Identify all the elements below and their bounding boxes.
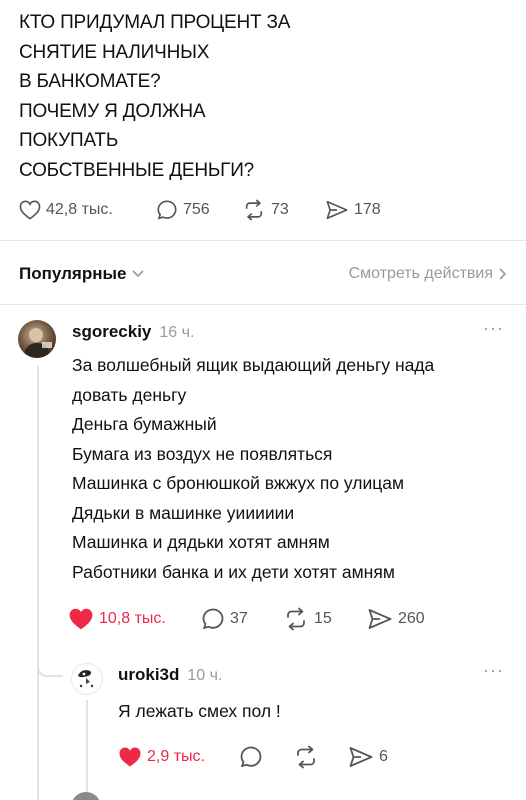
comment-line: довать деньгу: [72, 384, 187, 405]
avatar[interactable]: [71, 792, 101, 800]
share-button[interactable]: 178: [325, 199, 381, 221]
thread-connector: [37, 663, 63, 677]
post-text-line: СНЯТИЕ НАЛИЧНЫХ: [19, 41, 210, 63]
repost-button[interactable]: [293, 745, 348, 769]
like-count: 2,9 тыс.: [147, 748, 205, 765]
post-actions: 42,8 тыс. 756 73 178: [19, 194, 381, 226]
avatar-image: [24, 328, 52, 358]
avatar[interactable]: [18, 320, 56, 358]
repost-count: 73: [271, 201, 289, 218]
avatar[interactable]: [71, 663, 103, 695]
comment-actions: 2,9 тыс. 6: [118, 742, 388, 772]
comment-header: uroki3d 10 ч.: [118, 665, 222, 685]
timestamp: 16 ч.: [159, 324, 195, 341]
share-icon: [349, 747, 373, 767]
more-icon[interactable]: ···: [483, 318, 504, 339]
sort-label: Популярные: [19, 264, 127, 283]
post-text: КТО ПРИДУМАЛ ПРОЦЕНТ ЗА СНЯТИЕ НАЛИЧНЫХ …: [19, 8, 499, 185]
share-count: 260: [398, 610, 425, 627]
repost-button[interactable]: 73: [242, 199, 325, 221]
repost-button[interactable]: 15: [283, 607, 367, 631]
post-text-line: СОБСТВЕННЫЕ ДЕНЬГИ?: [19, 159, 255, 181]
comment-line: Работники банка и их дети хотят амням: [72, 561, 395, 582]
chevron-right-icon: [499, 268, 507, 280]
avatar-image: [78, 670, 94, 688]
timestamp: 10 ч.: [187, 667, 223, 684]
divider: [0, 240, 526, 241]
username[interactable]: uroki3d: [118, 665, 179, 685]
comment-line: Дядьки в машинке уииииии: [72, 502, 295, 523]
share-icon: [326, 200, 348, 220]
like-count: 10,8 тыс.: [99, 610, 166, 627]
sort-row: Популярные Смотреть действия: [19, 261, 507, 287]
thread-line: [86, 700, 88, 800]
comment-icon: [202, 608, 224, 630]
divider: [0, 304, 526, 305]
post-text-line: ПОКУПАТЬ: [19, 130, 119, 151]
comment-line: Машинка и дядьки хотят амням: [72, 532, 330, 552]
post-text-line: В БАНКОМАТЕ?: [19, 71, 161, 92]
repost-icon: [245, 199, 263, 221]
view-activity-label: Смотреть действия: [348, 265, 493, 282]
repost-icon: [287, 607, 305, 631]
heart-icon: [69, 608, 93, 630]
share-count: 6: [379, 748, 388, 765]
post-text-line: ПОЧЕМУ Я ДОЛЖНА: [19, 100, 206, 122]
more-icon[interactable]: ···: [483, 660, 504, 681]
share-icon: [368, 609, 392, 629]
comment-button[interactable]: [239, 745, 293, 769]
thread-line: [37, 366, 39, 800]
heart-icon: [19, 200, 41, 220]
like-button[interactable]: 2,9 тыс.: [118, 746, 239, 768]
username[interactable]: sgoreckiy: [72, 322, 151, 342]
comment-button[interactable]: 37: [201, 607, 283, 631]
comment-button[interactable]: 756: [156, 199, 242, 221]
comment-icon: [157, 200, 177, 220]
comment-text: Я лежать смех пол !: [118, 701, 281, 721]
reply-count: 37: [230, 610, 248, 627]
share-count: 178: [354, 201, 381, 218]
view-activity-link[interactable]: Смотреть действия: [349, 265, 507, 283]
comment-text: За волшебный ящик выдающий деньгу нада д…: [72, 351, 512, 587]
reply-count: 756: [183, 201, 210, 218]
chevron-down-icon: [132, 270, 145, 278]
like-button[interactable]: 10,8 тыс.: [68, 607, 201, 631]
like-count: 42,8 тыс.: [46, 201, 113, 218]
comment-icon: [240, 746, 262, 768]
comment-line: Бумага из воздух не появляться: [72, 443, 333, 464]
sort-dropdown[interactable]: Популярные: [19, 264, 145, 284]
comment-line: Деньга бумажный: [72, 414, 217, 434]
heart-icon: [119, 747, 141, 767]
share-button[interactable]: 6: [348, 745, 388, 769]
repost-count: 15: [314, 610, 332, 627]
comment-line: За волшебный ящик выдающий деньгу нада: [72, 355, 435, 375]
repost-icon: [297, 745, 315, 769]
share-button[interactable]: 260: [367, 607, 425, 631]
comment-line: Машинка с бронюшкой вжжух по улицам: [72, 473, 405, 493]
post-text-line: КТО ПРИДУМАЛ ПРОЦЕНТ ЗА: [19, 12, 291, 33]
comment-header: sgoreckiy 16 ч.: [72, 322, 194, 342]
comment-actions: 10,8 тыс. 37 15 260: [68, 603, 425, 635]
like-button[interactable]: 42,8 тыс.: [19, 200, 156, 220]
